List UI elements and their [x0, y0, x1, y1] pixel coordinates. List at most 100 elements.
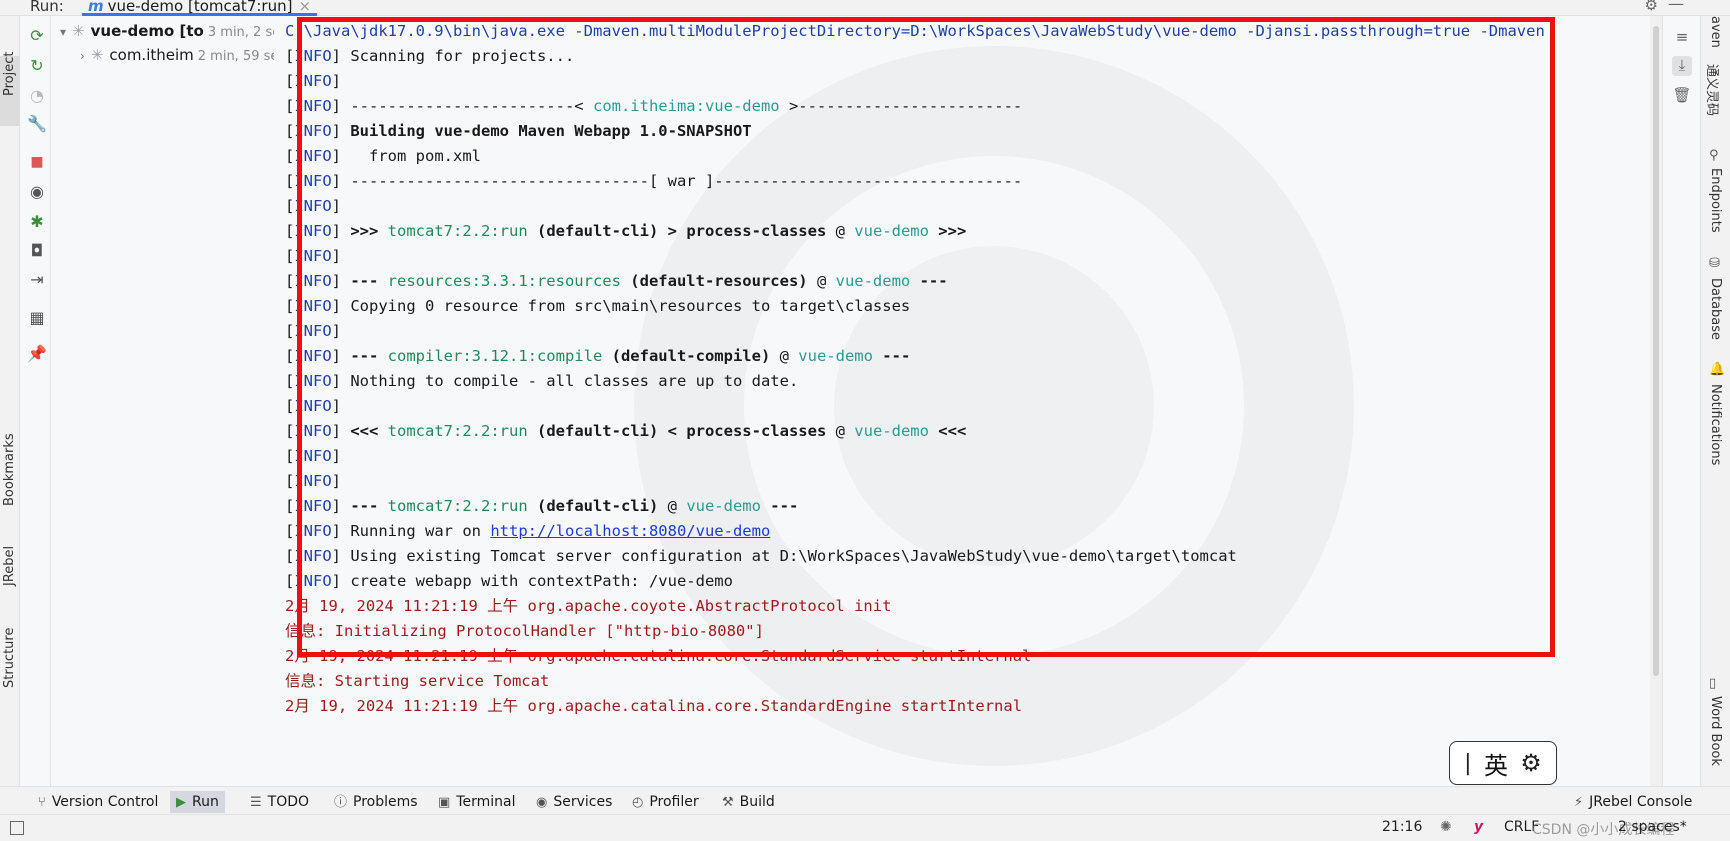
module: vue-demo [854, 222, 929, 240]
ime-toolbar[interactable]: | 英 ⚙ [1449, 741, 1557, 785]
info-tag: INFO [294, 247, 332, 265]
indent-setting[interactable]: 2 spaces* [1618, 819, 1687, 835]
line-text: --- [350, 497, 388, 515]
tongyi-tool-tab[interactable]: 通义灵码 [1704, 64, 1723, 116]
line-text: @ [826, 222, 855, 240]
profiler-icon: ◴ [632, 795, 644, 810]
tab-services[interactable]: ◉ Services [530, 791, 618, 813]
goal: compiler:3.12.1:compile [387, 347, 603, 365]
tab-label: Problems [353, 794, 418, 810]
tab-label: JRebel Console [1589, 794, 1693, 810]
word-book-icon: ▯ [1709, 676, 1717, 691]
tab-label: Profiler [649, 794, 699, 810]
console-side-toolbar: ≡ ⤓ 🗑 [1662, 16, 1700, 790]
tab-label: Run [192, 794, 219, 810]
project-tool-tab[interactable]: Project [2, 52, 17, 96]
console-line: [INFO] Nothing to compile - all classes … [285, 372, 799, 390]
spinner-icon: ✳ [72, 22, 85, 40]
layout-icon[interactable]: ▦ [27, 308, 47, 328]
line-text: Building vue-demo Maven Webapp 1.0-SNAPS… [350, 122, 752, 140]
yaml-plugin-icon[interactable]: y [1474, 819, 1483, 835]
stderr-log-line: 2月 19, 2024 11:21:19 上午 org.apache.catal… [285, 647, 1032, 665]
ime-cursor-icon: | [1464, 750, 1472, 776]
soft-wrap-icon[interactable]: ≡ [1672, 28, 1692, 48]
endpoints-tool-tab[interactable]: Endpoints [1708, 168, 1723, 233]
maven-tool-tab[interactable]: aven [1708, 16, 1723, 48]
tab-build[interactable]: ⚒ Build [716, 791, 781, 813]
goal: tomcat7:2.2:run [387, 222, 528, 240]
tab-profiler[interactable]: ◴ Profiler [626, 791, 705, 813]
bookmarks-tool-tab[interactable]: Bookmarks [2, 433, 17, 506]
hide-panel-icon[interactable]: — [1668, 0, 1684, 13]
console-line: [INFO] [285, 447, 342, 465]
tab-label: Services [553, 794, 613, 810]
toggle-auto-test-icon[interactable]: ◔ [27, 86, 47, 106]
artifact-id: com.itheima:vue-demo [592, 97, 780, 115]
rerun-failed-icon[interactable]: ↻ [27, 56, 47, 76]
ai-assistant-icon[interactable]: ✺ [1440, 819, 1452, 835]
ime-settings-icon[interactable]: ⚙ [1520, 749, 1542, 777]
localhost-url-link[interactable]: http://localhost:8080/vue-demo [490, 522, 770, 540]
pin-icon[interactable]: 📌 [27, 344, 47, 364]
console-line: [INFO] [285, 72, 342, 90]
execution-id: (default-compile) [602, 347, 771, 365]
services-icon: ◉ [536, 795, 548, 810]
tab-todo[interactable]: ☰ TODO [244, 791, 315, 813]
bottom-tool-bar: ⑂ Version Control ▶ Run ☰ TODO ⓘ Problems ▣ T… [0, 786, 1730, 814]
execution-id: (default-cli) [527, 497, 659, 515]
eye-icon[interactable]: ◉ [27, 182, 47, 202]
run-config-tab[interactable]: m vue-demo [tomcat7:run] × [82, 0, 318, 16]
scrollbar-thumb[interactable] [1653, 26, 1659, 676]
console-vertical-scrollbar[interactable] [1650, 16, 1662, 790]
exit-icon[interactable]: ⇥ [27, 270, 47, 290]
caret-position[interactable]: 21:16 [1382, 819, 1422, 835]
tree-row-vue-demo[interactable]: ▾ ✳ vue-demo [to 3 min, 2 sec [60, 22, 287, 42]
bell-icon: 🔔 [1709, 362, 1726, 377]
chevron-down-icon[interactable]: ▾ [60, 25, 66, 39]
info-tag: INFO [294, 322, 332, 340]
ime-mode-toggle[interactable]: 英 [1484, 746, 1508, 781]
line-text: Nothing to compile - all classes are up … [350, 372, 799, 390]
rerun-icon[interactable]: ⟳ [27, 26, 47, 46]
stop-icon[interactable]: ■ [27, 152, 47, 172]
tab-label: Terminal [456, 794, 516, 810]
tab-jrebel-console[interactable]: ⚡ JRebel Console [1568, 791, 1698, 813]
line-text: from pom.xml [350, 147, 481, 165]
tab-terminal[interactable]: ▣ Terminal [432, 791, 521, 813]
debug-bug-icon[interactable]: ✱ [27, 212, 47, 232]
word-book-tool-tab[interactable]: Word Book [1708, 696, 1723, 766]
info-tag: INFO [294, 147, 332, 165]
console-output[interactable]: C:\Java\jdk17.0.9\bin\java.exe -Dmaven.m… [274, 16, 1649, 790]
toggle-tool-windows-icon[interactable] [10, 821, 24, 835]
endpoints-icon: ⚲ [1709, 148, 1719, 163]
tab-problems[interactable]: ⓘ Problems [328, 791, 424, 813]
settings-gear-icon[interactable]: ⚙ [1645, 0, 1658, 14]
scroll-to-end-icon[interactable]: ⤓ [1672, 56, 1692, 76]
jrebel-tool-tab[interactable]: JRebel [2, 546, 17, 586]
database-tool-tab[interactable]: Database [1708, 278, 1723, 340]
stderr-log-line: 2月 19, 2024 11:21:19 上午 org.apache.coyot… [285, 597, 892, 615]
structure-tool-tab[interactable]: Structure [2, 628, 17, 688]
line-text: @ [658, 497, 687, 515]
line-text: Running war on [350, 522, 491, 540]
line-text: > [658, 222, 687, 240]
list-icon: ☰ [250, 795, 262, 810]
run-toolbar: ⟳ ↻ ◔ 🔧 ■ ◉ ✱ ◘ ⇥ ▦ 📌 [21, 16, 51, 806]
console-line: [INFO] --------------------------------[… [285, 172, 1023, 190]
execution-id: (default-resources) [620, 272, 808, 290]
wrench-icon[interactable]: 🔧 [27, 114, 47, 134]
console-line: [INFO] [285, 322, 342, 340]
camera-icon[interactable]: ◘ [27, 241, 47, 261]
status-bar: 21:16 ✺ y CRLF CSDN @小小成长编程 2 spaces* [0, 814, 1730, 841]
close-tab-icon[interactable]: × [298, 0, 311, 15]
tab-label: Version Control [51, 794, 159, 810]
tab-run[interactable]: ▶ Run [170, 791, 225, 813]
tree-row-com-itheima[interactable]: › ✳ com.itheim 2 min, 59 sec [80, 46, 286, 66]
info-tag: INFO [294, 497, 332, 515]
notifications-tool-tab[interactable]: Notifications [1708, 384, 1723, 465]
spinner-icon: ✳ [90, 46, 104, 64]
trash-icon[interactable]: 🗑 [1672, 86, 1692, 106]
console-line: [INFO] from pom.xml [285, 147, 481, 165]
chevron-right-icon[interactable]: › [80, 49, 85, 63]
tab-version-control[interactable]: ⑂ Version Control [32, 791, 164, 813]
